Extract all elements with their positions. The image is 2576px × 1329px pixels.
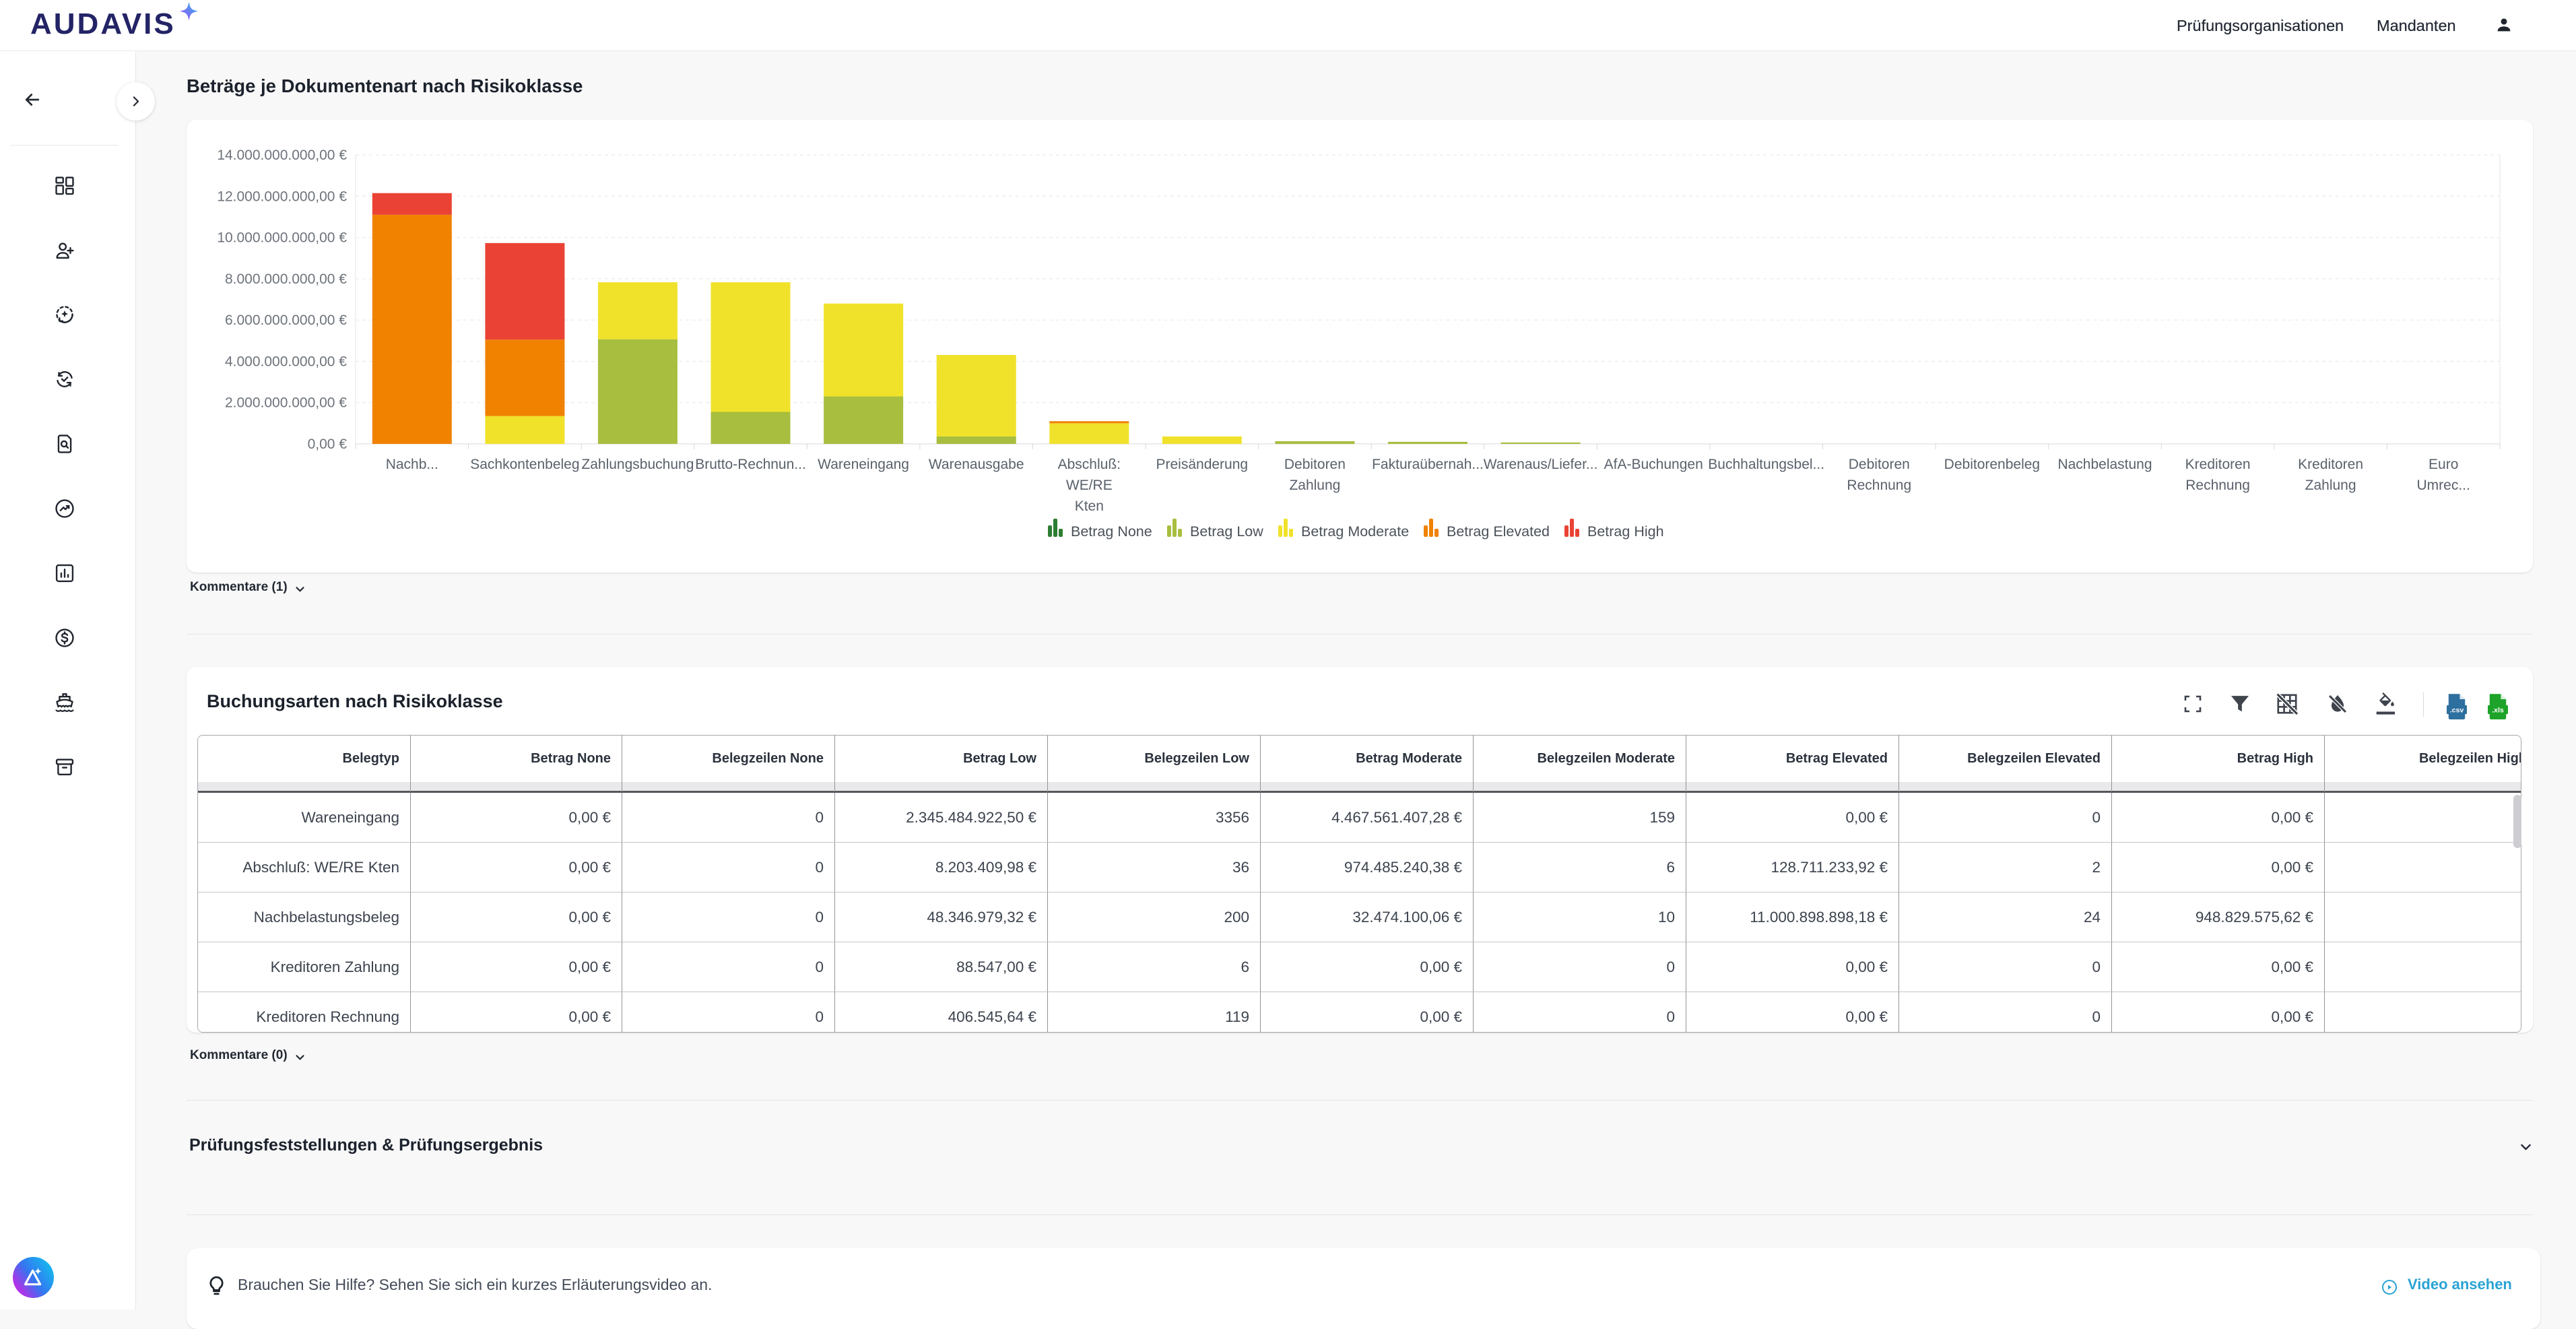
svg-text:Debitorenbeleg: Debitorenbeleg (1944, 457, 2040, 472)
svg-text:.csv: .csv (2450, 706, 2464, 714)
svg-text:Nachbelastung: Nachbelastung (2057, 457, 2152, 472)
svg-text:2.000.000.000,00 €: 2.000.000.000,00 € (225, 395, 347, 411)
svg-text:Fakturaübernah...: Fakturaübernah... (1372, 457, 1484, 472)
svg-text:Wareneingang: Wareneingang (818, 457, 909, 472)
svg-text:10.000.000.000,00 €: 10.000.000.000,00 € (217, 230, 347, 246)
svg-text:AfA-Buchungen: AfA-Buchungen (1604, 457, 1703, 472)
svg-text:Debitoren: Debitoren (1284, 457, 1346, 472)
svg-text:WE/RE: WE/RE (1066, 478, 1113, 493)
svg-text:Debitoren: Debitoren (1849, 457, 1910, 472)
svg-text:Betrag None: Betrag None (1071, 523, 1152, 540)
svg-text:4.000.000.000,00 €: 4.000.000.000,00 € (225, 354, 347, 369)
svg-text:Abschluß:: Abschluß: (1058, 457, 1121, 472)
svg-text:Nachb...: Nachb... (386, 457, 438, 472)
svg-text:Euro: Euro (2429, 457, 2458, 472)
svg-text:12.000.000.000,00 €: 12.000.000.000,00 € (217, 189, 347, 204)
svg-text:Sachkontenbeleg: Sachkontenbeleg (470, 457, 579, 472)
svg-text:Zahlung: Zahlung (2305, 478, 2356, 493)
svg-text:Rechnung: Rechnung (2185, 478, 2250, 493)
svg-text:Betrag High: Betrag High (1587, 523, 1664, 540)
svg-text:Kreditoren: Kreditoren (2298, 457, 2363, 472)
svg-text:.xls: .xls (2492, 706, 2504, 714)
svg-text:Buchhaltungsbel...: Buchhaltungsbel... (1708, 457, 1824, 472)
svg-text:Betrag Elevated: Betrag Elevated (1447, 523, 1550, 540)
svg-text:Kreditoren: Kreditoren (2185, 457, 2251, 472)
svg-text:Rechnung: Rechnung (1847, 478, 1911, 493)
svg-text:Preisänderung: Preisänderung (1156, 457, 1249, 472)
svg-text:Brutto-Rechnun...: Brutto-Rechnun... (695, 457, 806, 472)
svg-text:Warenaus/Liefer...: Warenaus/Liefer... (1484, 457, 1598, 472)
svg-text:Zahlung: Zahlung (1289, 478, 1340, 493)
svg-text:0,00 €: 0,00 € (308, 436, 348, 452)
svg-text:Warenausgabe: Warenausgabe (929, 457, 1024, 472)
svg-text:Betrag Low: Betrag Low (1190, 523, 1263, 540)
svg-text:Zahlungsbuchung: Zahlungsbuchung (581, 457, 694, 472)
svg-text:8.000.000.000,00 €: 8.000.000.000,00 € (225, 271, 347, 287)
svg-text:Betrag Moderate: Betrag Moderate (1301, 523, 1409, 540)
svg-text:Kten: Kten (1075, 498, 1104, 514)
svg-text:14.000.000.000,00 €: 14.000.000.000,00 € (217, 148, 347, 163)
svg-text:Umrec...: Umrec... (2417, 478, 2470, 493)
svg-text:6.000.000.000,00 €: 6.000.000.000,00 € (225, 313, 347, 328)
